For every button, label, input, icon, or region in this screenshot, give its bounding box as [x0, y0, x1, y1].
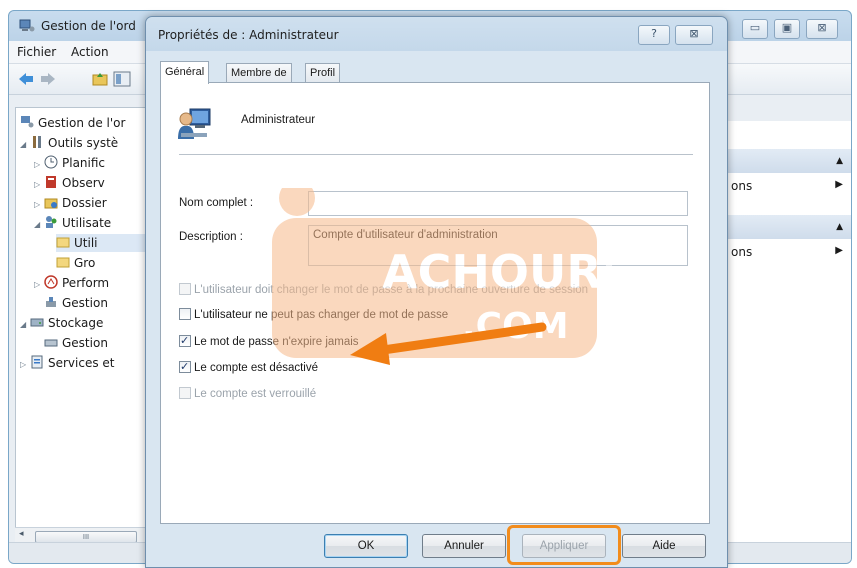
cancel-button[interactable]: Annuler: [422, 534, 506, 558]
description-label: Description :: [179, 231, 243, 243]
console-tree: Gestion de l'or ◢ Outils systè ▷ Planific …: [15, 107, 157, 549]
expander-icon[interactable]: ◢: [20, 316, 30, 334]
tree-item-dossiers[interactable]: ▷ Dossier: [34, 194, 107, 212]
maximize-button[interactable]: ▣: [774, 19, 800, 39]
tab-profil[interactable]: Profil: [305, 63, 341, 83]
tree-item-gestion-peripheriques[interactable]: Gestion: [44, 294, 108, 312]
computer-management-icon: [19, 19, 35, 32]
tree-item-services[interactable]: ▷ Services et: [20, 354, 115, 372]
tree-item-utilisateurs[interactable]: ◢ Utilisate: [34, 214, 111, 232]
event-viewer-icon: [46, 176, 56, 188]
actions-header-2[interactable]: ▲: [725, 215, 851, 239]
forward-arrow-icon[interactable]: [39, 71, 57, 87]
checkbox-box-checked[interactable]: [179, 333, 191, 348]
tab-general[interactable]: Général: [160, 61, 210, 84]
device-manager-icon: [46, 297, 56, 307]
actions-pane: ▲ ons ▶ ▲ ons ▶: [724, 121, 851, 551]
tree-item-observateur[interactable]: ▷ Observ: [34, 174, 105, 192]
checkbox-box-checked[interactable]: [179, 359, 191, 374]
menu-action[interactable]: Action: [71, 45, 109, 59]
show-hide-tree-icon[interactable]: [113, 71, 131, 87]
clock-icon: [44, 155, 58, 169]
expander-icon[interactable]: ▷: [20, 356, 30, 374]
folder-icon: [56, 257, 70, 268]
account-name: Administrateur: [241, 114, 316, 126]
tree-item-groupes-folder[interactable]: Gro: [56, 254, 95, 272]
tree-item-gestion-disques[interactable]: Gestion: [44, 334, 108, 352]
expander-icon[interactable]: ◢: [20, 136, 30, 154]
expander-icon[interactable]: ▷: [34, 156, 44, 174]
menu-fichier[interactable]: Fichier: [17, 45, 56, 59]
dialog-close-button[interactable]: ⊠: [675, 25, 713, 45]
computer-management-icon: [21, 116, 34, 128]
dialog-title: Propriétés de : Administrateur: [158, 28, 339, 42]
checkbox-box[interactable]: [179, 308, 191, 320]
tree-item-performance[interactable]: ▷ Perform: [34, 274, 109, 292]
folder-icon: [56, 237, 70, 248]
tree-item-planificateur[interactable]: ▷ Planific: [34, 154, 105, 172]
tree-item-utilisateurs-folder[interactable]: Utili: [56, 234, 152, 252]
tools-icon: [33, 136, 41, 148]
minimize-button[interactable]: ▭: [742, 19, 768, 39]
checkbox-box[interactable]: [179, 283, 191, 295]
full-name-label: Nom complet :: [179, 197, 254, 209]
close-button[interactable]: ⊠: [806, 19, 838, 39]
expander-icon[interactable]: ▷: [34, 176, 44, 194]
help-button[interactable]: ?: [638, 25, 670, 45]
checkbox-box[interactable]: [179, 387, 191, 399]
collapse-up-icon[interactable]: ▲: [836, 222, 843, 232]
actions-header-1[interactable]: ▲: [725, 149, 851, 173]
annotation-arrow-icon: [350, 322, 547, 365]
actions-more-2[interactable]: ons: [731, 245, 752, 259]
actions-more-1[interactable]: ons: [731, 179, 752, 193]
expander-icon[interactable]: ▷: [34, 196, 44, 214]
collapse-up-icon[interactable]: ▲: [836, 156, 843, 166]
user-account-icon: [178, 108, 211, 139]
back-arrow-icon[interactable]: [17, 71, 35, 87]
separator: [179, 154, 693, 155]
watermark-line1: ACHOURI: [382, 245, 612, 299]
services-icon: [31, 355, 43, 369]
performance-icon: [44, 275, 58, 289]
expander-icon[interactable]: ◢: [34, 216, 44, 234]
submenu-arrow-icon[interactable]: ▶: [835, 245, 843, 256]
apply-highlight-box: [507, 525, 621, 565]
users-icon: [46, 216, 57, 228]
up-folder-icon[interactable]: [91, 71, 109, 87]
checkbox-account-locked[interactable]: Le compte est verrouillé: [179, 387, 316, 403]
disk-management-icon: [44, 339, 58, 347]
tab-membre-de[interactable]: Membre de: [226, 63, 292, 83]
background-window-title: Gestion de l'ord: [41, 19, 136, 33]
submenu-arrow-icon[interactable]: ▶: [835, 179, 843, 190]
scroll-left-icon[interactable]: ◂: [19, 529, 24, 539]
expander-icon[interactable]: ▷: [34, 276, 44, 294]
storage-icon: [30, 318, 44, 327]
tree-item-stockage[interactable]: ◢ Stockage: [20, 314, 103, 332]
tree-item-outils[interactable]: ◢ Outils systè: [20, 134, 118, 152]
shared-folder-icon: [44, 198, 58, 209]
help-button-bottom[interactable]: Aide: [622, 534, 706, 558]
tree-item-root[interactable]: Gestion de l'or: [20, 114, 125, 132]
ok-button[interactable]: OK: [324, 534, 408, 558]
